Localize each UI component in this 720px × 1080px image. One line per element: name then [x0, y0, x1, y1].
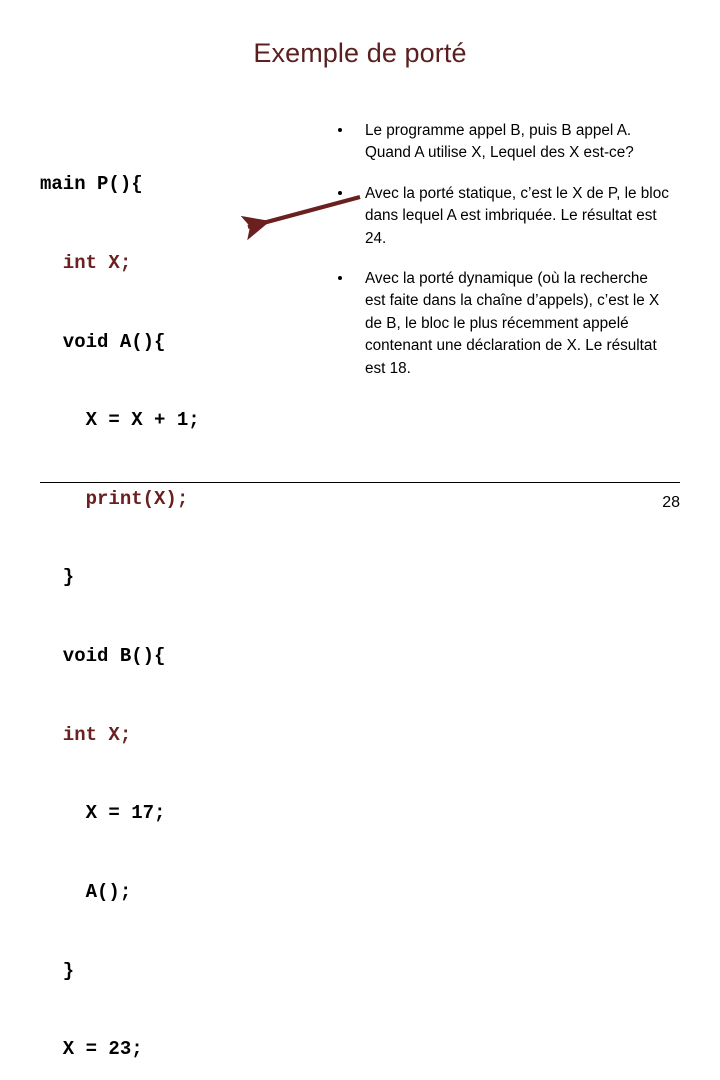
code-line: main P(){: [40, 173, 143, 196]
code-line: int X;: [40, 723, 132, 746]
list-item: Avec la porté dynamique (où la recherche…: [330, 268, 670, 380]
code-listing: main P(){ int X; void A(){ X = X + 1; pr…: [40, 119, 315, 1080]
page-number: 28: [662, 494, 680, 511]
code-line: X = 17;: [40, 802, 166, 825]
bullet-dot-icon: [338, 276, 342, 281]
footer-divider: [40, 482, 680, 483]
list-item-label: Avec la porté statique, c’est le X de P,…: [365, 184, 669, 247]
list-item-label: Le programme appel B, puis B appel A. Qu…: [365, 122, 634, 162]
code-line: void A(){: [40, 330, 166, 353]
list-item: Le programme appel B, puis B appel A. Qu…: [330, 120, 670, 165]
bullet-dot-icon: [338, 190, 342, 195]
code-line: int X;: [40, 252, 132, 275]
slide-canvas: Exemple de porté main P(){ int X; void A…: [0, 0, 720, 1060]
code-line: X = 23;: [40, 1038, 143, 1061]
code-line: void B(){: [40, 645, 166, 668]
list-item: Avec la porté statique, c’est le X de P,…: [330, 183, 670, 250]
bullet-dot-icon: [338, 128, 342, 132]
page-title: Exemple de porté: [253, 38, 467, 68]
code-line: print(X);: [40, 487, 189, 510]
code-line: }: [40, 959, 75, 982]
list-item-label: Avec la porté dynamique (où la recherche…: [365, 270, 660, 377]
code-line: X = X + 1;: [40, 409, 200, 432]
explanation-list: Le programme appel B, puis B appel A. Qu…: [330, 120, 670, 398]
code-line: }: [40, 566, 75, 589]
code-line: A();: [40, 880, 132, 903]
